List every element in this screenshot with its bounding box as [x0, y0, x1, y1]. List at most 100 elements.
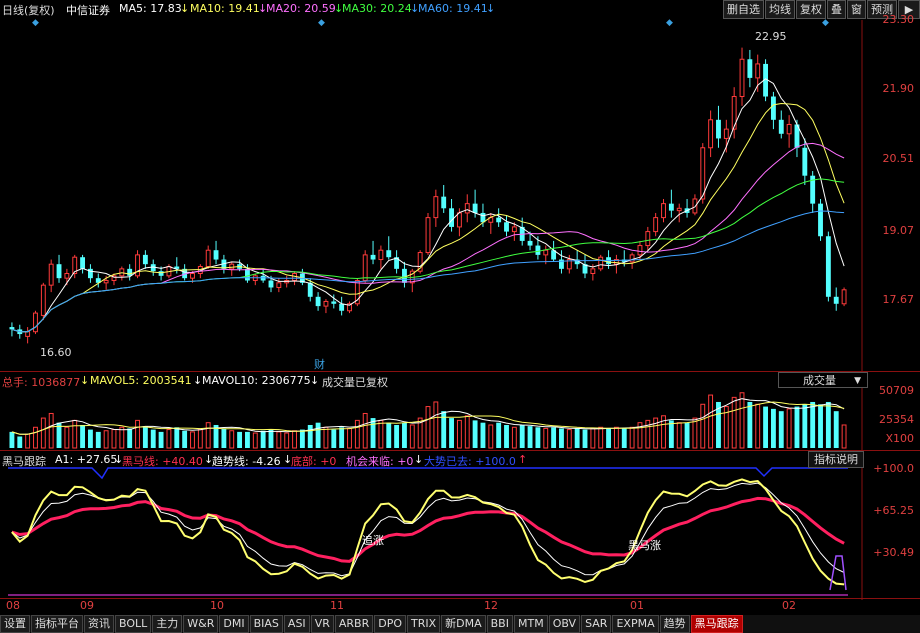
candle-body-down [402, 268, 407, 283]
volume-bar-down [150, 429, 156, 448]
tab-10[interactable]: ARBR [334, 615, 374, 633]
volume-bar-up [40, 417, 46, 449]
tab-0[interactable]: 设置 [0, 615, 30, 633]
tab-6[interactable]: DMI [219, 615, 249, 633]
tab-13[interactable]: 新DMA [441, 615, 486, 633]
indicator-tick: +30.49 [873, 546, 914, 559]
tab-16[interactable]: OBV [548, 615, 581, 633]
candle-body-down [833, 296, 839, 304]
volume-bar-down [747, 401, 753, 448]
volume-tick: 50709 [879, 384, 914, 397]
indicator-tick: +65.25 [873, 504, 914, 517]
volume-bar-down [802, 404, 808, 448]
candle-body-up [629, 254, 635, 263]
volume-bar-down [527, 426, 533, 448]
tab-20[interactable]: 黑马跟踪 [690, 615, 743, 633]
candle-body-down [535, 245, 541, 255]
volume-bar-down [504, 424, 509, 448]
volume-unit: X100 [885, 432, 914, 445]
candle-body-up [723, 128, 729, 139]
time-tick: 11 [330, 599, 344, 612]
volume-bar-up [464, 415, 470, 449]
candle-body-down [441, 196, 447, 209]
tab-12[interactable]: TRIX [406, 615, 441, 633]
volume-bar-up [708, 394, 714, 449]
volume-bar-up [692, 417, 698, 449]
candle-body-up [543, 249, 549, 256]
volume-bar-down [182, 430, 188, 448]
volume-tick: 25354 [879, 413, 914, 426]
volume-bar-down [394, 424, 400, 448]
volume-bar-up [378, 419, 384, 449]
candle-body-up [786, 123, 792, 135]
volume-bar-up [425, 406, 431, 449]
volume-bar-up [755, 403, 761, 449]
candle-body-down [158, 271, 164, 276]
indicator-explain-button[interactable]: 指标说明 [808, 451, 864, 468]
volume-bar-up [33, 426, 38, 449]
volume-bar-up [72, 419, 78, 449]
tab-4[interactable]: 主力 [152, 615, 183, 633]
candle-body-down [770, 96, 776, 120]
volume-bar-down [9, 431, 15, 448]
indicator-big: 大势已去: +100.0 [424, 455, 516, 468]
tab-8[interactable]: ASI [283, 615, 310, 633]
tab-18[interactable]: EXPMA [612, 615, 659, 633]
time-tick: 12 [484, 599, 498, 612]
volume-bar-down [299, 429, 305, 448]
chevron-down-icon: ▼ [854, 376, 861, 386]
volume-bar-up [64, 426, 70, 449]
volume-bar-down [17, 436, 23, 448]
candle-body-up [661, 203, 666, 219]
volume-bar-down [684, 422, 690, 448]
volume-bar-up [456, 419, 462, 449]
volume-bar-down [307, 424, 313, 448]
big-arrow: ↑ [518, 453, 528, 466]
finance-marker[interactable]: 财 [314, 356, 325, 372]
volume-bar-down [237, 431, 243, 448]
volume-bar-up [700, 403, 706, 449]
tab-15[interactable]: MTM [513, 615, 548, 633]
volume-bar-down [582, 429, 588, 448]
indicator-bottom: 底部: +0 [291, 455, 337, 468]
candle-body-up [64, 273, 70, 279]
volume-bar-up [197, 429, 203, 449]
tab-19[interactable]: 趋势 [659, 615, 690, 633]
volume-bar-up [284, 432, 290, 449]
candle-body-up [323, 300, 329, 307]
volume-bar-down [127, 428, 133, 448]
indicator-chance: 机会来临: +0 [346, 455, 414, 468]
tab-17[interactable]: SAR [581, 615, 612, 633]
volume-dropdown[interactable]: 成交量 ▼ [778, 372, 868, 388]
volume-bar-up [676, 422, 682, 449]
volume-bar-down [260, 430, 266, 448]
tab-7[interactable]: BIAS [249, 615, 283, 633]
volume-bar-down [402, 422, 407, 448]
tab-3[interactable]: BOLL [115, 615, 152, 633]
tab-5[interactable]: W&R [183, 615, 219, 633]
a1-line [11, 482, 845, 577]
volume-bar-down [606, 428, 611, 448]
volume-bar-up [739, 392, 745, 449]
candle-body-up [433, 196, 439, 219]
candle-body-up [103, 279, 109, 284]
candle-body-up [637, 245, 643, 256]
candle-body-down [778, 119, 784, 134]
tab-1[interactable]: 指标平台 [31, 615, 83, 633]
candle-body-down [339, 303, 345, 311]
volume-bar-down [519, 424, 525, 448]
tab-11[interactable]: DPO [374, 615, 406, 633]
volume-axis: 50709 25354 X100 [862, 380, 920, 450]
tab-14[interactable]: BBI [486, 615, 513, 633]
tab-9[interactable]: VR [310, 615, 334, 633]
time-tick: 08 [6, 599, 20, 612]
volume-bar-down [87, 429, 93, 448]
candle-body-down [449, 208, 454, 227]
volume-bar-down [142, 426, 148, 448]
candle-body-down [307, 282, 313, 297]
volume-bar-up [598, 426, 604, 449]
tab-2[interactable]: 资讯 [84, 615, 114, 633]
volume-bar-up [292, 430, 297, 449]
volume-bar-up [252, 432, 258, 449]
volume-bar-down [833, 411, 839, 448]
